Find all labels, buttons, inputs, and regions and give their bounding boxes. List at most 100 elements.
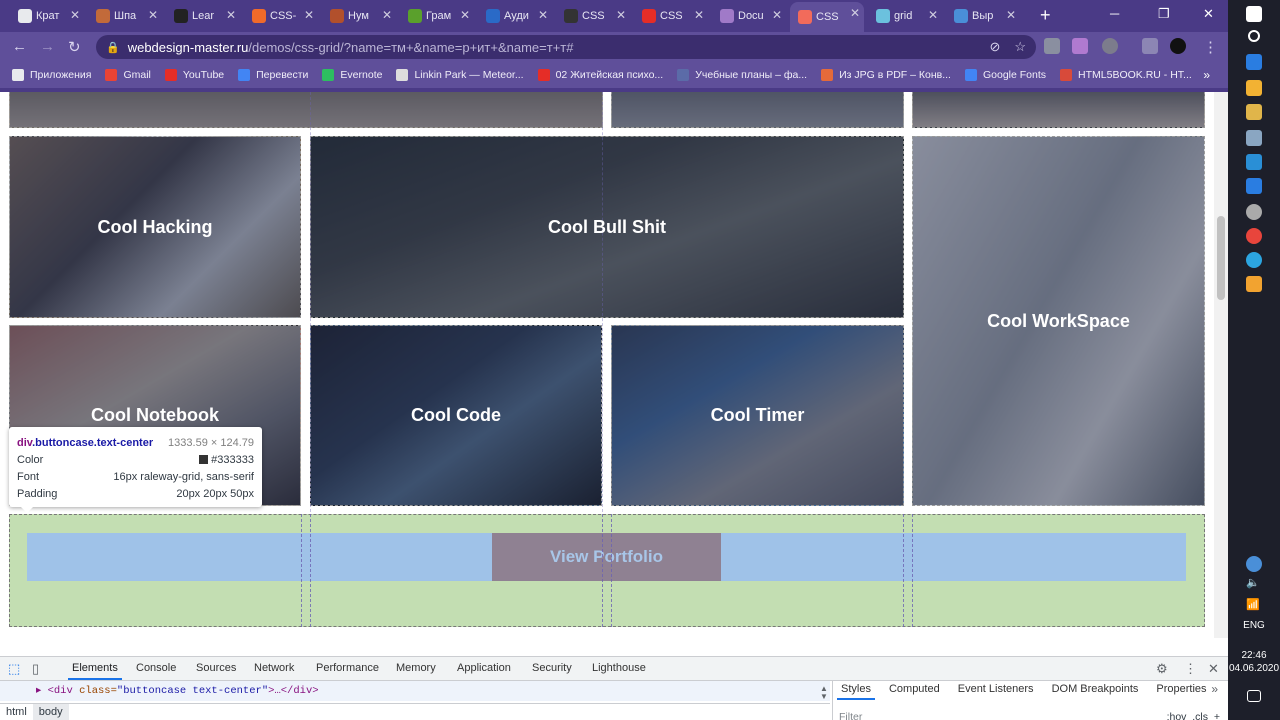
- bookmark-item[interactable]: Учебные планы – фа...: [677, 69, 807, 81]
- devtools-tab-security[interactable]: Security: [532, 662, 572, 674]
- telegram-icon[interactable]: [1246, 252, 1262, 268]
- tab-close-icon[interactable]: ✕: [1006, 8, 1016, 22]
- browser-tab[interactable]: CSS- ✕: [244, 4, 318, 28]
- site-blocked-icon[interactable]: ⊘: [989, 39, 1000, 55]
- tab-close-icon[interactable]: ✕: [850, 6, 860, 20]
- browser-tab[interactable]: CSS ✕: [790, 2, 864, 32]
- notifications-icon[interactable]: [1247, 690, 1261, 702]
- reload-button[interactable]: ↻: [68, 38, 81, 56]
- vscode-icon[interactable]: [1246, 154, 1262, 170]
- styles-tab[interactable]: DOM Breakpoints: [1052, 683, 1139, 695]
- selected-element-row[interactable]: ▸ <div class="buttoncase text-center">…<…: [0, 681, 830, 701]
- browser-tab[interactable]: Docu ✕: [712, 4, 786, 28]
- profile-avatar[interactable]: [1170, 38, 1186, 54]
- maximize-button[interactable]: ❐: [1158, 6, 1170, 22]
- devtools-tab-console[interactable]: Console: [136, 662, 176, 674]
- scrollbar-thumb[interactable]: [1217, 216, 1225, 300]
- browser-tab[interactable]: Нум ✕: [322, 4, 396, 28]
- menu-kebab-icon[interactable]: ⋮: [1203, 38, 1218, 56]
- browser-tab[interactable]: Lear ✕: [166, 4, 240, 28]
- bookmark-item[interactable]: Linkin Park — Meteor...: [396, 69, 524, 81]
- devtools-tab-lighthouse[interactable]: Lighthouse: [592, 662, 646, 674]
- page-scrollbar[interactable]: [1214, 92, 1228, 638]
- gallery-item-cool-workspace[interactable]: Cool WorkSpace: [912, 136, 1205, 506]
- language-indicator[interactable]: ENG: [1228, 620, 1280, 631]
- close-window-button[interactable]: ✕: [1203, 6, 1214, 22]
- back-button[interactable]: ←: [12, 38, 27, 55]
- search-icon[interactable]: [1248, 30, 1260, 42]
- bookmark-item[interactable]: Из JPG в PDF – Конв...: [821, 69, 951, 81]
- inspect-element-icon[interactable]: ⬚: [8, 661, 20, 677]
- browser-tab[interactable]: Грам ✕: [400, 4, 474, 28]
- new-tab-button[interactable]: +: [1040, 5, 1051, 26]
- tab-close-icon[interactable]: ✕: [772, 8, 782, 22]
- tab-close-icon[interactable]: ✕: [460, 8, 470, 22]
- forward-button[interactable]: →: [40, 38, 55, 55]
- tab-close-icon[interactable]: ✕: [928, 8, 938, 22]
- clock-date[interactable]: 04.06.2020: [1228, 663, 1280, 674]
- sublime-icon[interactable]: [1246, 276, 1262, 292]
- devtools-tab-application[interactable]: Application: [457, 662, 511, 674]
- styles-tabs-more[interactable]: »: [1211, 682, 1218, 696]
- tab-close-icon[interactable]: ✕: [382, 8, 392, 22]
- bookmark-item[interactable]: Google Fonts: [964, 69, 1046, 81]
- bookmark-item[interactable]: YouTube: [164, 69, 224, 81]
- browser-tab[interactable]: CSS ✕: [634, 4, 708, 28]
- url-text[interactable]: webdesign-master.ru/demos/css-grid/?name…: [128, 40, 574, 55]
- mail-icon[interactable]: [1246, 178, 1262, 194]
- styles-tab[interactable]: Properties: [1156, 683, 1206, 695]
- breadcrumb-item[interactable]: body: [32, 704, 69, 720]
- bookmark-item[interactable]: Evernote: [322, 69, 382, 81]
- file-explorer-icon[interactable]: [1246, 104, 1262, 120]
- volume-icon[interactable]: 🔈: [1246, 576, 1262, 592]
- bookmark-item[interactable]: 02 Житейская психо...: [537, 69, 663, 81]
- panel-splitter-icon[interactable]: ▲ ▼: [820, 685, 828, 701]
- bookmark-item[interactable]: Приложения: [12, 69, 91, 81]
- app-icon[interactable]: [1246, 204, 1262, 220]
- devtools-menu-icon[interactable]: ⋮: [1184, 661, 1197, 677]
- extension-icon[interactable]: [1102, 38, 1118, 54]
- tab-close-icon[interactable]: ✕: [538, 8, 548, 22]
- tab-close-icon[interactable]: ✕: [694, 8, 704, 22]
- devtools-tab-memory[interactable]: Memory: [396, 662, 436, 674]
- tab-close-icon[interactable]: ✕: [226, 8, 236, 22]
- tab-close-icon[interactable]: ✕: [70, 8, 80, 22]
- clock-time[interactable]: 22:46: [1228, 650, 1280, 661]
- feather-extension-icon[interactable]: [1072, 38, 1088, 54]
- gallery-item-partial[interactable]: [912, 92, 1205, 128]
- extension-icon[interactable]: [1044, 38, 1060, 54]
- bookmark-star-icon[interactable]: ☆: [1014, 39, 1026, 55]
- gallery-item-cool-hacking[interactable]: Cool Hacking: [9, 136, 301, 318]
- devtools-tab-elements[interactable]: Elements: [68, 662, 122, 680]
- devtools-tab-sources[interactable]: Sources: [196, 662, 236, 674]
- device-toolbar-icon[interactable]: ▯: [32, 661, 39, 677]
- styles-tab[interactable]: Styles: [837, 683, 875, 700]
- address-bar[interactable]: 🔒 webdesign-master.ru/demos/css-grid/?na…: [96, 35, 1036, 59]
- gallery-item-cool-code[interactable]: Cool Code: [310, 325, 602, 506]
- gallery-item-partial[interactable]: [9, 92, 603, 128]
- cls-toggle[interactable]: .cls: [1192, 711, 1208, 720]
- devtools-tab-performance[interactable]: Performance: [316, 662, 379, 674]
- edge-icon[interactable]: [1246, 54, 1262, 70]
- hov-toggle[interactable]: :hov: [1167, 711, 1187, 720]
- gallery-item-partial[interactable]: [611, 92, 904, 128]
- tab-close-icon[interactable]: ✕: [304, 8, 314, 22]
- store-icon[interactable]: [1246, 80, 1262, 96]
- windows-start-icon[interactable]: [1246, 6, 1262, 22]
- browser-tab[interactable]: Ауди ✕: [478, 4, 552, 28]
- minimize-button[interactable]: ─: [1110, 6, 1119, 21]
- settings-gear-icon[interactable]: ⚙: [1156, 661, 1168, 677]
- chrome-icon[interactable]: [1246, 228, 1262, 244]
- browser-tab[interactable]: Выр ✕: [946, 4, 1020, 28]
- browser-tab[interactable]: Шпа ✕: [88, 4, 162, 28]
- tray-icon[interactable]: [1246, 556, 1262, 572]
- bookmark-item[interactable]: Gmail: [105, 69, 151, 81]
- styles-tab[interactable]: Event Listeners: [958, 683, 1034, 695]
- bookmark-item[interactable]: Перевести: [238, 69, 308, 81]
- gallery-item-cool-bull-shit[interactable]: Cool Bull Shit: [310, 136, 904, 318]
- tab-close-icon[interactable]: ✕: [616, 8, 626, 22]
- view-portfolio-button[interactable]: View Portfolio: [492, 533, 721, 581]
- wifi-icon[interactable]: 📶: [1246, 598, 1262, 614]
- styles-tab[interactable]: Computed: [889, 683, 940, 695]
- bookmarks-more-button[interactable]: »: [1203, 68, 1210, 82]
